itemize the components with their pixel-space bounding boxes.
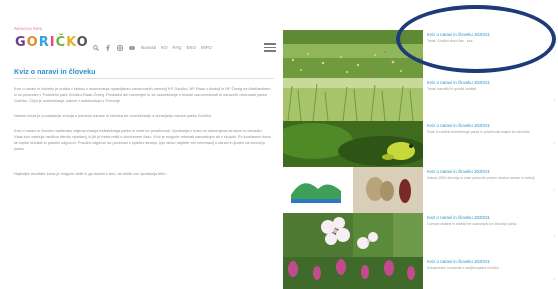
- quiz-card[interactable]: Kviz o naravi in človeku 2020/21 Cvetoče…: [283, 213, 558, 257]
- quiz-list: Kviz o naravi in človeku 2020/21 Tema: G…: [283, 0, 558, 289]
- top-navigation: Novosti KO FAQ EKO INFO: [93, 43, 217, 52]
- quiz-card-title[interactable]: Kviz o naravi in človeku 2020/21: [427, 169, 552, 174]
- search-icon[interactable]: [93, 44, 99, 51]
- logo-letter: G: [15, 35, 27, 50]
- main-content: PARKOVNI PARK GORIČKO Novosti KO FAQ EKO…: [0, 0, 283, 289]
- quiz-card-description: Tema: Goričko skozi čas · kviz: [427, 38, 473, 43]
- instagram-icon[interactable]: [117, 44, 123, 51]
- chevron-right-icon: ›: [553, 50, 555, 56]
- quiz-card[interactable]: Kviz o naravi in človeku 2020/21 Tema: t…: [283, 78, 558, 121]
- logo-letter: O: [76, 35, 89, 50]
- logo-top-text: PARKOVNI PARK: [14, 27, 43, 31]
- logo-letter: Č: [55, 35, 67, 50]
- quiz-card[interactable]: Kviz o naravi in človeku 2020/21 Tema: G…: [283, 30, 558, 78]
- natura-butterfly-image: [283, 167, 423, 213]
- page-title: Kviz o naravi in človeku: [14, 67, 96, 76]
- nav-link-novosti[interactable]: Novosti: [141, 45, 156, 50]
- logo-letter: K: [66, 35, 77, 50]
- quiz-card-description: Živali in rastline trideželnega parka in…: [427, 129, 531, 134]
- nav-link-faq[interactable]: FAQ: [173, 45, 182, 50]
- chevron-right-icon: ›: [553, 98, 555, 104]
- article-paragraph: Kviz o naravi in človeku vsebinsko zajem…: [14, 129, 272, 151]
- chevron-right-icon: ›: [553, 233, 555, 239]
- quiz-card[interactable]: Kviz o naravi in človeku 2020/21 Živali …: [283, 121, 558, 167]
- article-paragraph: Kviz o naravi in človeku je kratka v skl…: [14, 87, 272, 103]
- facebook-icon[interactable]: [105, 44, 111, 51]
- frog-image: [283, 121, 423, 167]
- quiz-card-title[interactable]: Kviz o naravi in človeku 2020/21: [427, 80, 552, 85]
- quiz-card-title[interactable]: Kviz o naravi in človeku 2020/21: [427, 123, 552, 128]
- quiz-card-description: Tema: travniški in gozdni habitati: [427, 86, 476, 91]
- chevron-right-icon: ›: [553, 141, 555, 147]
- title-divider: [14, 78, 274, 79]
- article-paragraph: Najboljše rezultate kviza je mogoče deli…: [14, 172, 167, 176]
- quiz-card-title[interactable]: Kviz o naravi in človeku 2020/21: [427, 259, 552, 264]
- youtube-icon[interactable]: [129, 45, 135, 51]
- menu-icon[interactable]: [264, 43, 276, 52]
- quiz-card-description: Natura 2000 območja in vrste parka ter p…: [427, 175, 535, 180]
- orchid-image: [283, 257, 423, 289]
- quiz-card-description: Cvetoče rastline in travniki ter sadovnj…: [427, 221, 517, 226]
- chevron-right-icon: ›: [553, 277, 555, 283]
- logo-wordmark: GORIČKO: [15, 35, 89, 50]
- grass-image: [283, 78, 423, 121]
- nav-link-ko[interactable]: KO: [161, 45, 168, 50]
- chevron-right-icon: ›: [553, 187, 555, 193]
- quiz-card-description: Kukavičevke in travniki s cvetjem parka …: [427, 265, 499, 270]
- logo-letter: R: [38, 35, 50, 50]
- quiz-card-title[interactable]: Kviz o naravi in človeku 2020/21: [427, 215, 552, 220]
- quiz-card-title[interactable]: Kviz o naravi in človeku 2020/21: [427, 32, 552, 37]
- logo-letter: O: [26, 35, 39, 50]
- site-logo[interactable]: PARKOVNI PARK GORIČKO: [13, 27, 88, 55]
- nav-link-info[interactable]: INFO: [201, 45, 212, 50]
- quiz-card[interactable]: Kviz o naravi in človeku 2020/21 Kukavič…: [283, 257, 558, 289]
- article-paragraph: Namen kviza je poudarjanje znanja o pome…: [14, 114, 213, 118]
- apple-blossom-image: [283, 213, 423, 257]
- quiz-card[interactable]: Kviz o naravi in človeku 2020/21 Natura …: [283, 167, 558, 213]
- meadow-image: [283, 30, 423, 78]
- nav-link-eko[interactable]: EKO: [187, 45, 197, 50]
